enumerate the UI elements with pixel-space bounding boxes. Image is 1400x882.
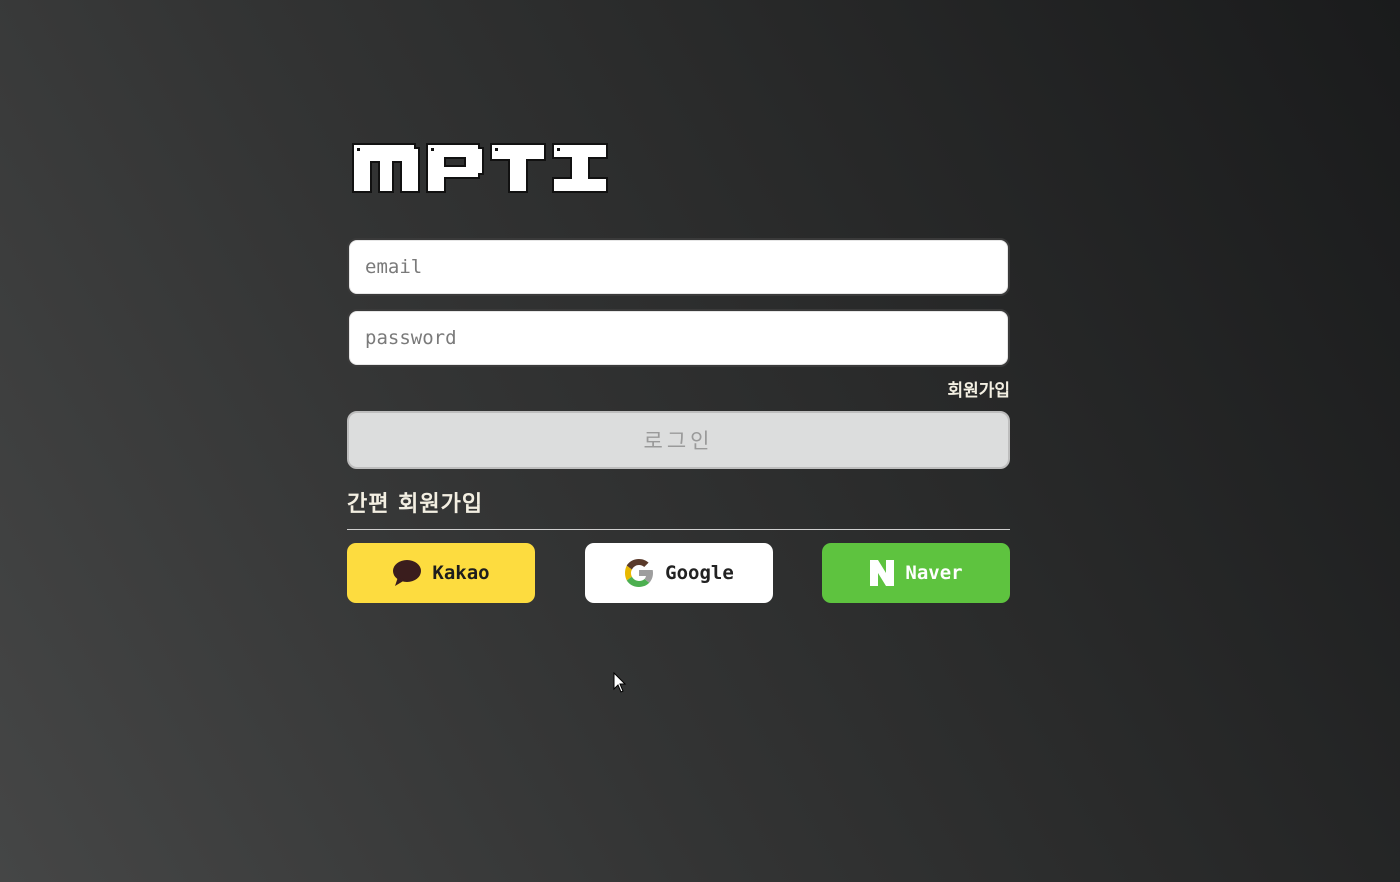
kakao-label: Kakao [432,562,490,584]
google-g-icon [623,557,655,589]
email-input[interactable] [363,255,1008,279]
mpti-logo [352,143,608,193]
kakao-login-button[interactable]: Kakao [347,543,535,603]
login-button[interactable]: 로그인 [347,411,1010,469]
divider [347,529,1010,530]
password-input[interactable] [363,326,1008,350]
password-field[interactable] [347,309,1010,367]
signup-link[interactable]: 회원가입 [947,381,1010,401]
mouse-cursor-icon [613,672,627,693]
signup-link-row: 회원가입 [347,376,1010,402]
google-label: Google [665,562,734,584]
naver-n-icon [869,559,895,587]
email-field[interactable] [347,238,1010,296]
social-login-row: Kakao Google Naver [347,543,1010,603]
kakao-speech-bubble-icon [392,559,422,587]
google-login-button[interactable]: Google [584,543,773,603]
naver-label: Naver [905,562,963,584]
naver-login-button[interactable]: Naver [822,543,1010,603]
login-container: 회원가입 로그인 간편 회원가입 Kakao [347,138,1010,603]
easy-signup-title: 간편 회원가입 [347,492,484,517]
